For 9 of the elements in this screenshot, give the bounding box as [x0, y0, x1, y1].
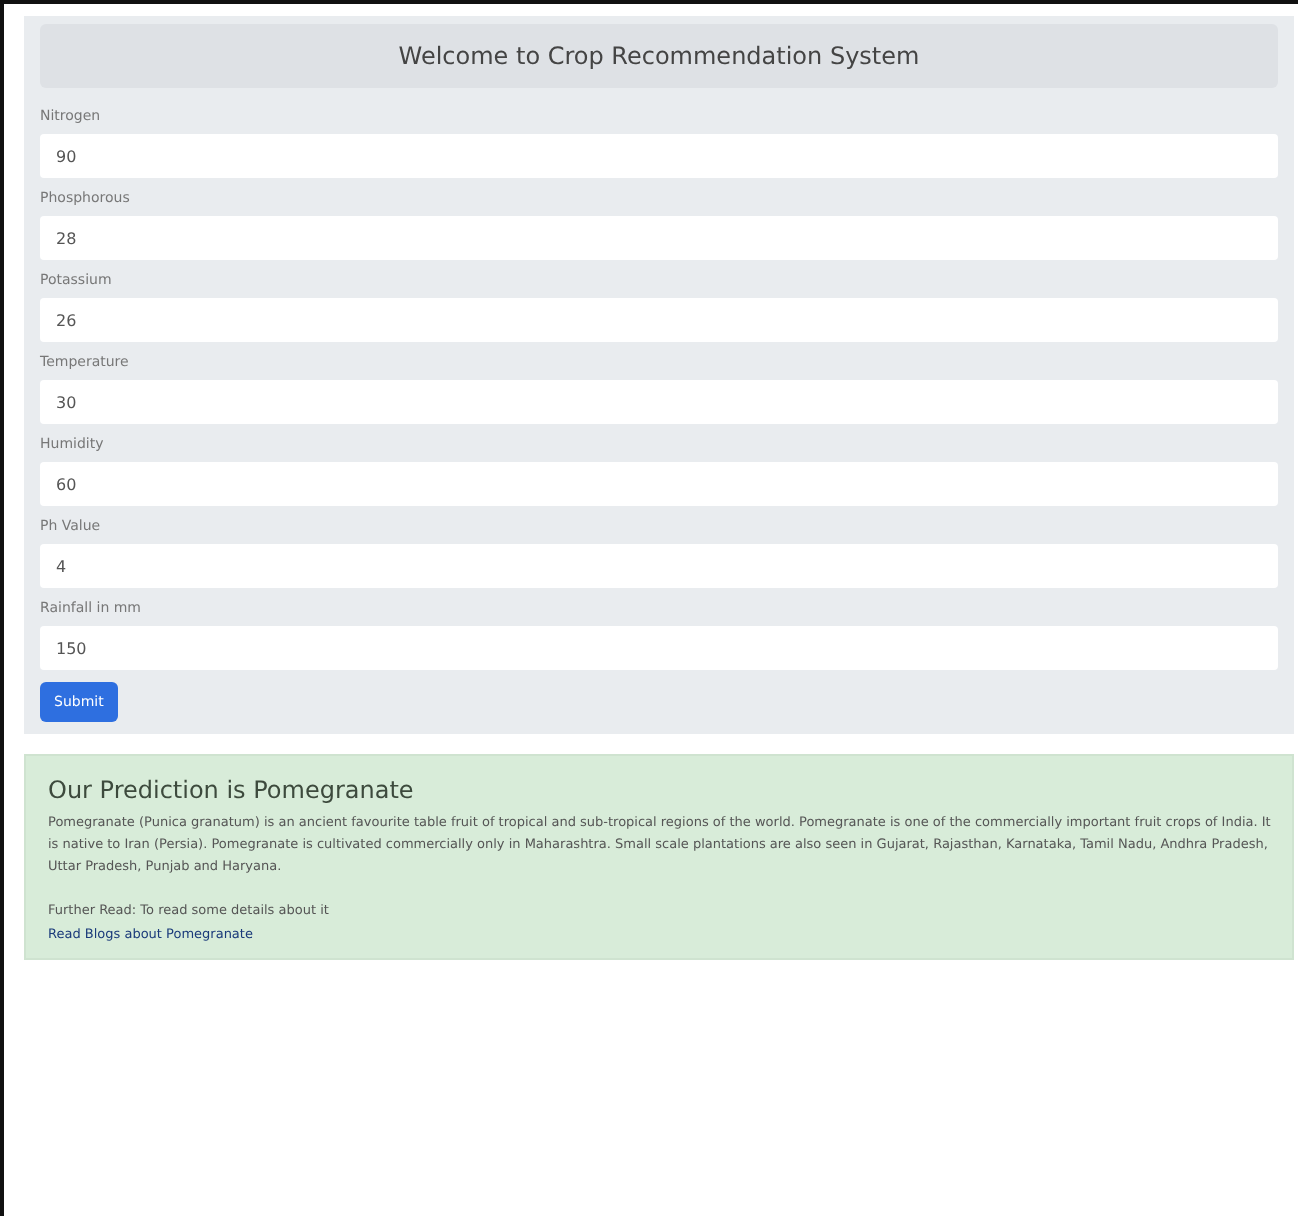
input-field[interactable]: 30	[40, 380, 1278, 424]
form-title: Welcome to Crop Recommendation System	[40, 24, 1278, 88]
input-field[interactable]: 90	[40, 134, 1278, 178]
input-field[interactable]: 26	[40, 298, 1278, 342]
prediction-title: Our Prediction is Pomegranate	[48, 776, 414, 804]
input-field[interactable]: 4	[40, 544, 1278, 588]
input-field[interactable]: 28	[40, 216, 1278, 260]
input-field[interactable]: 150	[40, 626, 1278, 670]
input-field[interactable]: 60	[40, 462, 1278, 506]
